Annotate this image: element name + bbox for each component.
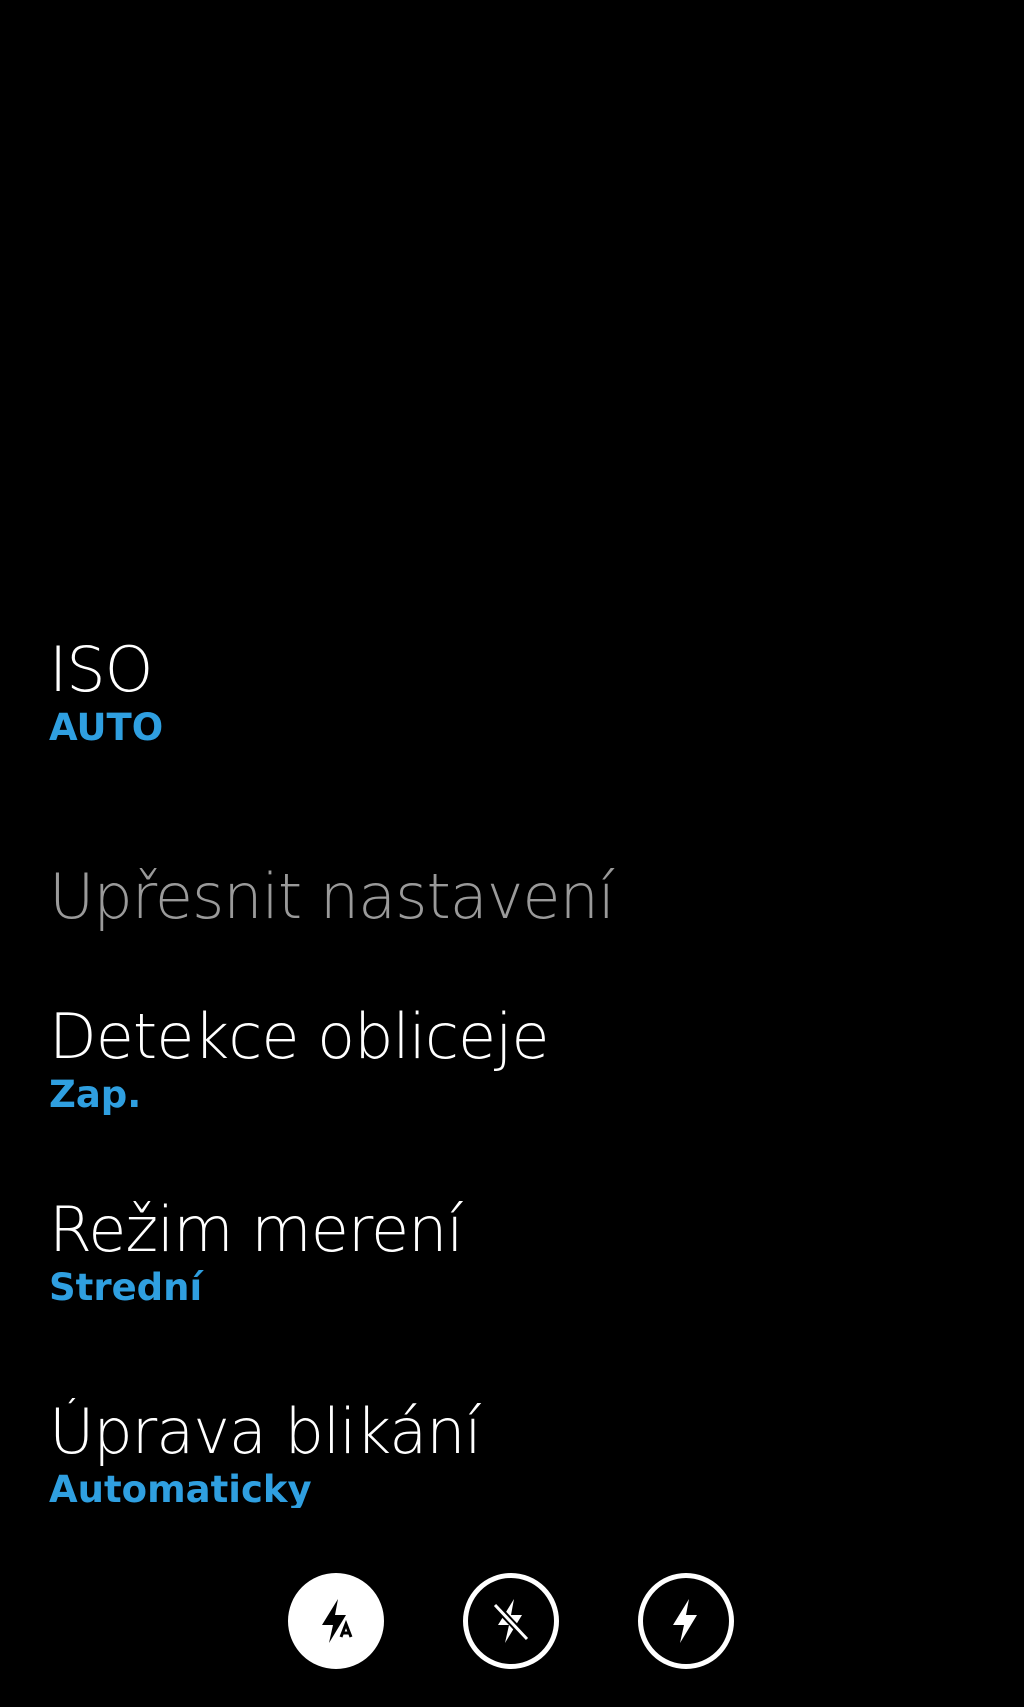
setting-iso-value: AUTO bbox=[49, 706, 164, 750]
setting-metering-mode-title: Režim merení bbox=[49, 1193, 464, 1266]
flash-off-icon bbox=[492, 1599, 530, 1643]
flash-auto-icon bbox=[322, 1599, 353, 1643]
flash-mode-bar bbox=[0, 1573, 1024, 1673]
advanced-settings-header: Upřesnit nastavení bbox=[49, 860, 615, 933]
setting-metering-mode[interactable]: Režim merení Strední bbox=[49, 1193, 464, 1311]
flash-on-button[interactable] bbox=[638, 1573, 734, 1669]
setting-flicker-adjustment-title: Úprava blikání bbox=[49, 1398, 482, 1468]
settings-scroll-clip: Úprava blikání Automaticky bbox=[0, 1398, 1024, 1508]
setting-metering-mode-value: Strední bbox=[49, 1266, 203, 1310]
setting-iso[interactable]: ISO AUTO bbox=[49, 633, 164, 751]
setting-face-detection[interactable]: Detekce obliceje Zap. bbox=[49, 1000, 550, 1118]
flash-auto-button[interactable] bbox=[288, 1573, 384, 1669]
setting-flicker-adjustment-value: Automaticky bbox=[49, 1468, 312, 1508]
camera-settings-screen: { "settings": [ { "title": "ISO", "value… bbox=[0, 0, 1024, 1707]
setting-face-detection-value: Zap. bbox=[49, 1073, 142, 1117]
setting-iso-title: ISO bbox=[49, 633, 153, 706]
flash-off-button[interactable] bbox=[463, 1573, 559, 1669]
setting-flicker-adjustment[interactable]: Úprava blikání Automaticky bbox=[49, 1398, 482, 1508]
setting-face-detection-title: Detekce obliceje bbox=[49, 1000, 550, 1073]
flash-on-icon bbox=[673, 1599, 697, 1643]
